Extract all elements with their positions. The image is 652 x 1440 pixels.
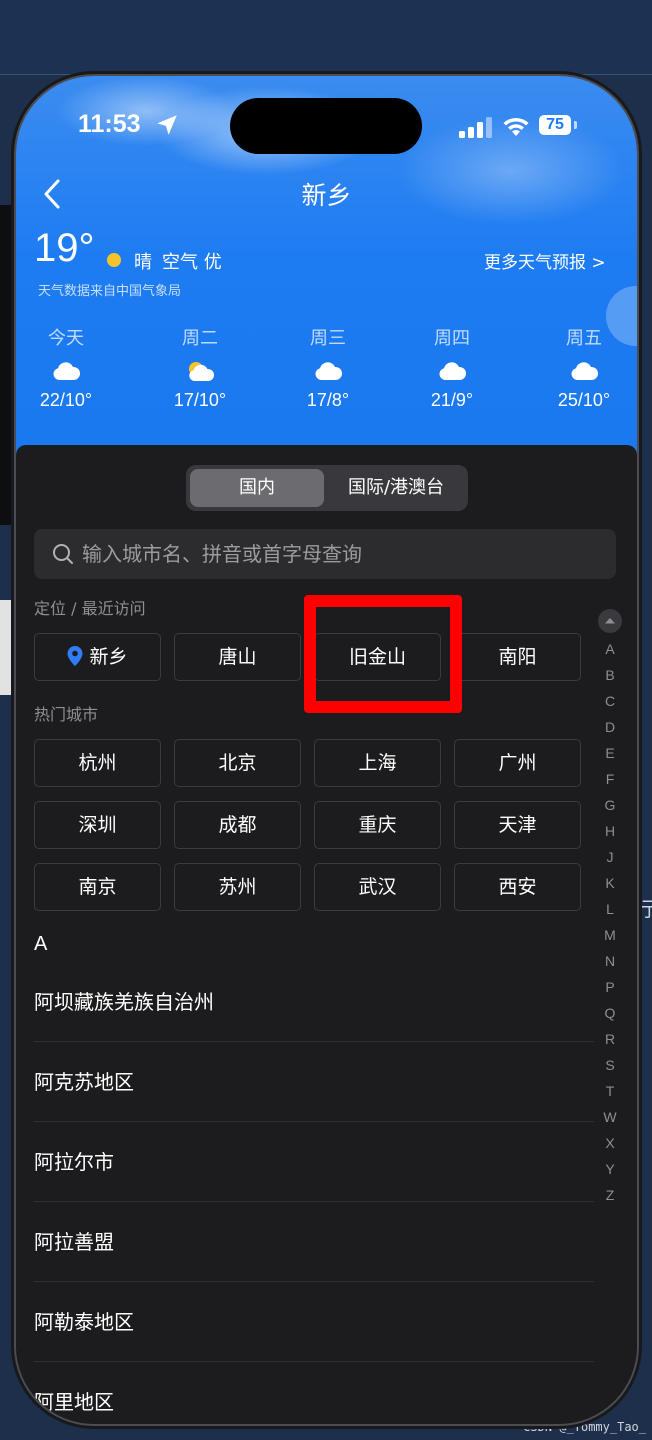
partly-cloudy-icon — [189, 362, 215, 381]
hot-section-label: 热门城市 — [34, 705, 99, 724]
search-box — [34, 529, 616, 579]
index-letter[interactable]: K — [596, 875, 624, 891]
dynamic-island — [230, 98, 422, 154]
city-list-item[interactable]: 阿克苏地区 — [34, 1042, 594, 1122]
forecast-strip: 今天 22/10° 周二 17/10° 周三 17/8° 周四 21/9° 周五… — [16, 324, 637, 424]
forecast-day-label: 周五 — [566, 328, 602, 349]
hot-city-chip[interactable]: 杭州 — [34, 739, 161, 787]
forecast-day-label: 周二 — [182, 328, 218, 349]
forecast-range: 21/9° — [430, 390, 474, 410]
wifi-icon — [503, 117, 529, 136]
index-letter[interactable]: C — [596, 693, 624, 709]
index-letter[interactable]: M — [596, 927, 624, 943]
hot-city-chip[interactable]: 苏州 — [174, 863, 301, 911]
location-pin-icon — [67, 646, 83, 666]
recent-city-chip[interactable]: 唐山 — [174, 633, 301, 681]
hot-city-chip[interactable]: 成都 — [174, 801, 301, 849]
index-letter[interactable]: E — [596, 745, 624, 761]
location-arrow-icon — [157, 115, 177, 135]
hot-city-chip[interactable]: 广州 — [454, 739, 581, 787]
forecast-range: 22/10° — [39, 390, 93, 410]
index-letter[interactable]: F — [596, 771, 624, 787]
forecast-day: 周三 17/8° — [278, 324, 378, 411]
index-letter[interactable]: R — [596, 1031, 624, 1047]
cloud-icon — [571, 362, 599, 380]
hot-city-chip[interactable]: 上海 — [314, 739, 441, 787]
hot-city-chip[interactable]: 西安 — [454, 863, 581, 911]
phone-frame: 11:53 75 新乡 19° 晴 空气 优 天气数据来自中国气象局 更多天气预… — [16, 76, 637, 1424]
city-list-item[interactable]: 阿勒泰地区 — [34, 1282, 594, 1362]
status-time: 11:53 — [78, 110, 141, 138]
city-list-item[interactable]: 阿拉尔市 — [34, 1122, 594, 1202]
more-forecast-link[interactable]: 更多天气预报 > — [484, 248, 606, 273]
index-letter[interactable]: L — [596, 901, 624, 917]
recent-city-chip[interactable]: 南阳 — [454, 633, 581, 681]
hot-city-chip[interactable]: 北京 — [174, 739, 301, 787]
section-letter-header: A — [34, 933, 48, 955]
forecast-day: 今天 22/10° — [16, 324, 116, 411]
hot-city-chip[interactable]: 武汉 — [314, 863, 441, 911]
region-segmented-control: 国内 国际/港澳台 — [186, 465, 468, 511]
cloud-icon — [439, 362, 467, 380]
air-quality: 空气 优 — [162, 252, 222, 273]
forecast-range: 25/10° — [557, 390, 611, 410]
tab-international[interactable]: 国际/港澳台 — [328, 469, 464, 507]
index-letter[interactable]: H — [596, 823, 624, 839]
forecast-day: 周四 21/9° — [402, 324, 502, 411]
search-input[interactable] — [82, 529, 602, 579]
current-temperature: 19° — [34, 226, 95, 270]
cellular-signal-icon — [459, 117, 492, 138]
index-letter[interactable]: W — [596, 1109, 624, 1125]
index-top-icon[interactable] — [598, 609, 622, 633]
tab-domestic[interactable]: 国内 — [190, 469, 324, 507]
hot-city-chip[interactable]: 南京 — [34, 863, 161, 911]
city-list-item[interactable]: 阿拉善盟 — [34, 1202, 594, 1282]
recent-section-label: 定位 / 最近访问 — [34, 599, 146, 618]
search-icon — [53, 544, 73, 564]
forecast-range: 17/8° — [306, 390, 350, 410]
index-letter[interactable]: J — [596, 849, 624, 865]
index-letter[interactable]: S — [596, 1057, 624, 1073]
forecast-day: 周五 25/10° — [534, 324, 634, 411]
forecast-day-label: 今天 — [48, 328, 84, 349]
city-list-item[interactable]: 阿里地区 — [34, 1362, 594, 1424]
cloud-icon — [315, 362, 343, 380]
index-letter[interactable]: T — [596, 1083, 624, 1099]
highlight-box — [304, 595, 462, 713]
recent-city-chip[interactable]: 新乡 — [34, 633, 161, 681]
index-letter[interactable]: D — [596, 719, 624, 735]
recent-city-label: 新乡 — [89, 646, 128, 668]
index-letter[interactable]: Q — [596, 1005, 624, 1021]
index-letter[interactable]: Z — [596, 1187, 624, 1203]
forecast-day: 周二 17/10° — [150, 324, 250, 411]
forecast-day-label: 周三 — [310, 328, 346, 349]
city-title: 新乡 — [301, 181, 352, 210]
index-letter[interactable]: G — [596, 797, 624, 813]
index-letter[interactable]: Y — [596, 1161, 624, 1177]
desktop-top-bar — [0, 0, 652, 75]
data-source: 天气数据来自中国气象局 — [38, 284, 182, 299]
city-picker-sheet: 国内 国际/港澳台 定位 / 最近访问 新乡 唐山 旧金山 南阳 热门城市 杭州… — [16, 445, 637, 1424]
hot-city-chip[interactable]: 天津 — [454, 801, 581, 849]
index-letter[interactable]: X — [596, 1135, 624, 1151]
hot-city-chip[interactable]: 重庆 — [314, 801, 441, 849]
city-list-item[interactable]: 阿坝藏族羌族自治州 — [34, 962, 594, 1042]
battery-tip — [574, 121, 577, 129]
sun-icon — [107, 253, 121, 267]
cloud-icon — [53, 362, 81, 380]
hot-city-chip[interactable]: 深圳 — [34, 801, 161, 849]
forecast-range: 17/10° — [173, 390, 227, 410]
index-letter[interactable]: B — [596, 667, 624, 683]
index-letter[interactable]: A — [596, 641, 624, 657]
index-letter[interactable]: P — [596, 979, 624, 995]
battery-icon: 75 — [539, 115, 571, 135]
index-letter[interactable]: N — [596, 953, 624, 969]
weather-condition: 晴 — [134, 252, 152, 273]
forecast-day-label: 周四 — [434, 328, 470, 349]
